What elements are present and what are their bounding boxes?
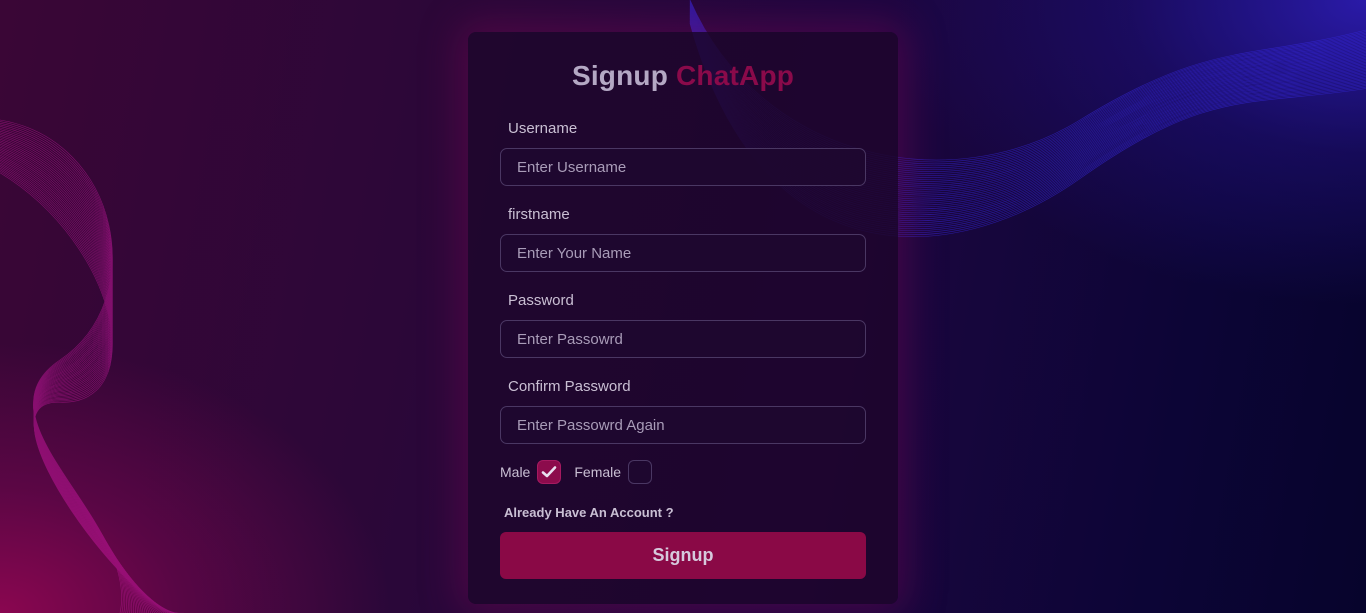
signup-button[interactable]: Signup — [500, 532, 866, 579]
check-icon — [542, 466, 557, 478]
gender-selector: Male Female — [500, 459, 665, 485]
male-checkbox[interactable] — [537, 460, 562, 484]
male-label: Male — [500, 464, 531, 480]
username-input[interactable] — [500, 148, 866, 186]
signup-card: Signup ChatApp Username firstname Passwo… — [468, 32, 898, 604]
firstname-label: firstname — [508, 206, 570, 223]
page-title: Signup ChatApp — [468, 60, 898, 92]
title-prefix: Signup — [571, 60, 669, 91]
female-checkbox[interactable] — [628, 460, 653, 484]
female-label: Female — [574, 464, 622, 480]
title-brand: ChatApp — [676, 60, 795, 91]
password-input[interactable] — [500, 320, 866, 358]
login-link[interactable]: Already Have An Account ? — [504, 505, 674, 520]
firstname-input[interactable] — [500, 234, 866, 272]
password-label: Password — [508, 292, 574, 309]
confirm-password-input[interactable] — [500, 406, 866, 444]
username-label: Username — [508, 120, 578, 137]
confirm-password-label: Confirm Password — [508, 378, 631, 395]
